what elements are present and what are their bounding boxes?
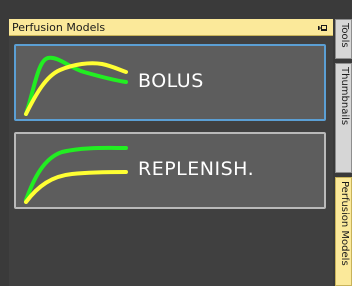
replenish-curve-icon [24,145,128,204]
pin-icon[interactable] [316,21,329,34]
tab-thumbnails[interactable]: Thumbnails [335,63,352,173]
tab-tools[interactable]: Tools [335,19,352,59]
tab-tools-label: Tools [339,23,350,48]
perfusion-models-panel: Perfusion Models BOLUS REPLENISH. [9,19,333,286]
app-root: Perfusion Models BOLUS REPLENISH. Tools … [0,0,352,286]
model-label-bolus: BOLUS [138,70,204,92]
tab-perfusion-models-label: Perfusion Models [339,181,350,266]
bolus-curve-icon [24,55,128,116]
panel-header: Perfusion Models [9,19,333,36]
tab-perfusion-models[interactable]: Perfusion Models [335,177,352,286]
tab-thumbnails-label: Thumbnails [339,67,350,126]
panel-title: Perfusion Models [12,21,106,34]
model-card-bolus[interactable]: BOLUS [14,44,326,121]
model-label-replenish: REPLENISH. [138,158,255,180]
side-tab-strip: Tools Thumbnails Perfusion Models [335,19,352,286]
model-card-replenish[interactable]: REPLENISH. [14,132,326,209]
